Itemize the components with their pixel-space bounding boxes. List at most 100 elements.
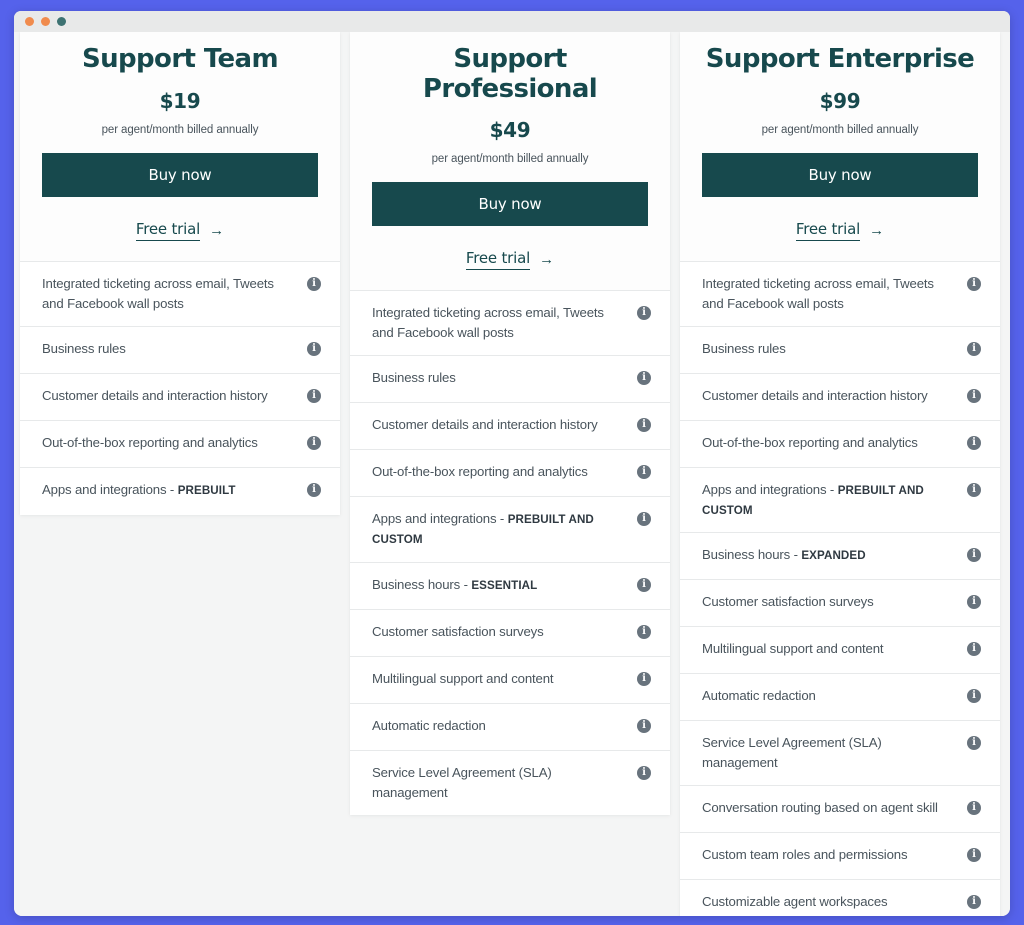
info-icon[interactable]: i [637, 512, 651, 527]
arrow-right-icon: → [209, 221, 225, 239]
free-trial-row: Free trial → [702, 220, 978, 241]
feature-label: Automatic redaction [702, 686, 957, 706]
feature-label-text: Integrated ticketing across email, Tweet… [42, 275, 274, 311]
feature-label: Automatic redaction [372, 716, 627, 736]
info-icon[interactable]: i [967, 482, 981, 497]
feature-label: Multilingual support and content [372, 669, 627, 689]
feature-label: Service Level Agreement (SLA) management [372, 763, 627, 803]
plan-header: Support Enterprise $99 per agent/month bil… [680, 32, 1000, 261]
buy-now-button[interactable]: Buy now [372, 182, 648, 227]
feature-label: Integrated ticketing across email, Tweet… [42, 274, 297, 314]
feature-row: Customer satisfaction surveys i [350, 610, 670, 657]
feature-label-text: Integrated ticketing across email, Tweet… [702, 275, 934, 311]
info-icon[interactable]: i [637, 577, 651, 592]
feature-label-text: Multilingual support and content [372, 670, 554, 686]
info-icon[interactable]: i [967, 688, 981, 703]
info-icon[interactable]: i [307, 435, 321, 450]
feature-label: Out-of-the-box reporting and analytics [372, 462, 627, 482]
info-icon[interactable]: i [967, 735, 981, 750]
plan-billing-note: per agent/month billed annually [761, 123, 919, 136]
feature-label: Business hours - EXPANDED [702, 545, 957, 565]
feature-row: Conversation routing based on agent skil… [680, 786, 1000, 833]
feature-label-text: Business hours - [702, 546, 802, 562]
feature-row: Integrated ticketing across email, Tweet… [20, 262, 340, 327]
feature-label-text: Customizable agent workspaces [702, 894, 888, 909]
feature-list: Integrated ticketing across email, Tweet… [20, 260, 340, 515]
feature-label-text: Out-of-the-box reporting and analytics [372, 464, 588, 480]
info-icon[interactable]: i [637, 718, 651, 733]
info-icon[interactable]: i [637, 465, 651, 480]
info-icon[interactable]: i [637, 671, 651, 686]
feature-label-emphasis: PREBUILT [177, 483, 236, 497]
plan-header: Support Team $19 per agent/month billed an… [20, 32, 340, 261]
info-icon[interactable]: i [967, 435, 981, 450]
free-trial-link[interactable]: Free trial [795, 220, 860, 241]
info-icon[interactable]: i [967, 848, 981, 862]
free-trial-link[interactable]: Free trial [135, 220, 200, 241]
info-icon[interactable]: i [967, 641, 981, 656]
feature-row: Customer details and interaction history… [680, 374, 1000, 421]
feature-row: Customer satisfaction surveys i [680, 580, 1000, 627]
feature-label: Multilingual support and content [702, 639, 957, 659]
feature-row: Apps and integrations - PREBUILT AND CUS… [680, 468, 1000, 533]
feature-label: Conversation routing based on agent skil… [702, 798, 957, 818]
feature-label-text: Customer details and interaction history [702, 387, 928, 403]
free-trial-link[interactable]: Free trial [465, 249, 530, 271]
feature-label: Service Level Agreement (SLA) management [702, 733, 957, 773]
feature-label-text: Customer satisfaction surveys [372, 623, 544, 639]
feature-row: Business hours - EXPANDED i [680, 533, 1000, 580]
info-icon[interactable]: i [967, 276, 981, 291]
info-icon[interactable]: i [967, 547, 981, 562]
feature-label-text: Customer satisfaction surveys [702, 593, 874, 609]
arrow-right-icon: → [869, 221, 885, 239]
feature-row: Multilingual support and content i [680, 627, 1000, 674]
feature-row: Customer details and interaction history… [350, 403, 670, 451]
feature-label-text: Apps and integrations - [372, 511, 508, 527]
feature-label: Apps and integrations - PREBUILT AND CUS… [372, 509, 627, 549]
feature-label-text: Business rules [702, 340, 786, 356]
info-icon[interactable]: i [967, 895, 981, 909]
window-minimize-button[interactable] [41, 17, 50, 26]
feature-label: Out-of-the-box reporting and analytics [702, 433, 957, 453]
feature-label-text: Custom team roles and permissions [702, 847, 908, 862]
info-icon[interactable]: i [637, 371, 651, 386]
feature-label: Customizable agent workspaces [702, 892, 957, 912]
info-icon[interactable]: i [967, 341, 981, 356]
free-trial-row: Free trial → [372, 249, 648, 271]
window-close-button[interactable] [25, 17, 34, 26]
buy-now-button[interactable]: Buy now [42, 152, 318, 197]
feature-label: Customer details and interaction history [42, 386, 297, 406]
info-icon[interactable]: i [967, 594, 981, 609]
feature-label: Business rules [42, 339, 297, 359]
feature-row: Out-of-the-box reporting and analytics i [20, 421, 340, 468]
info-icon[interactable]: i [637, 765, 651, 780]
feature-label-text: Business rules [42, 340, 126, 356]
feature-row: Service Level Agreement (SLA) management… [350, 751, 670, 815]
feature-row: Business rules i [680, 327, 1000, 374]
window-maximize-button[interactable] [57, 17, 66, 26]
info-icon[interactable]: i [967, 388, 981, 403]
feature-label-text: Out-of-the-box reporting and analytics [702, 434, 918, 450]
plan-name: Support Professional [422, 44, 598, 104]
feature-label-text: Business rules [372, 370, 456, 386]
info-icon[interactable]: i [637, 418, 651, 433]
feature-label-text: Service Level Agreement (SLA) management [372, 764, 552, 800]
plan-card: Support Team $19 per agent/month billed an… [20, 32, 340, 515]
buy-now-button[interactable]: Buy now [702, 152, 978, 197]
feature-label: Customer satisfaction surveys [702, 592, 957, 612]
info-icon[interactable]: i [637, 306, 651, 321]
pricing-page: Support Team $19 per agent/month billed an… [14, 32, 1010, 916]
info-icon[interactable]: i [967, 801, 981, 815]
info-icon[interactable]: i [307, 341, 321, 356]
plan-name: Support Enterprise [705, 44, 975, 74]
feature-label: Apps and integrations - PREBUILT [42, 480, 297, 500]
info-icon[interactable]: i [637, 624, 651, 639]
feature-label-text: Automatic redaction [702, 687, 816, 703]
info-icon[interactable]: i [307, 276, 321, 291]
feature-label: Customer details and interaction history [702, 386, 957, 406]
feature-label: Business rules [702, 339, 957, 359]
info-icon[interactable]: i [307, 388, 321, 403]
feature-label: Customer satisfaction surveys [372, 622, 627, 642]
feature-row: Business rules i [350, 356, 670, 404]
info-icon[interactable]: i [307, 482, 321, 497]
